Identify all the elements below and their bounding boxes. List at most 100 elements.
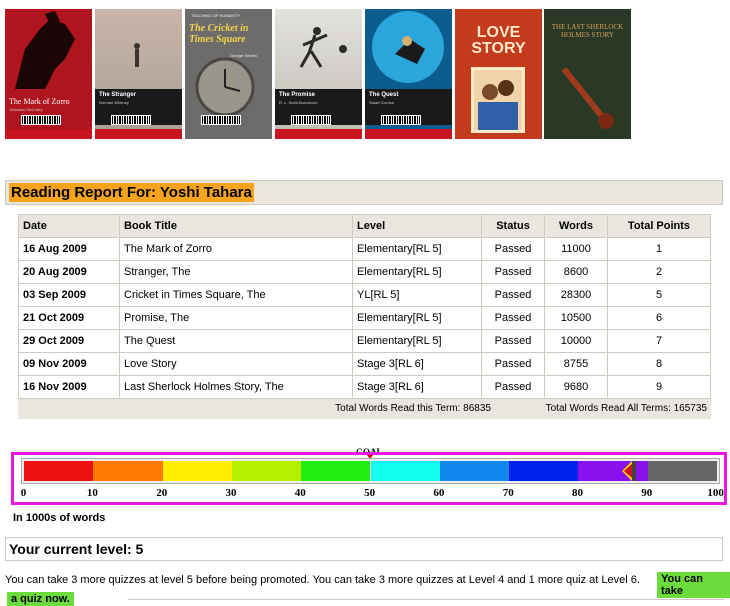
date-cell: 16 Nov 2009 bbox=[18, 375, 120, 399]
clock-icon bbox=[195, 57, 255, 117]
barcode bbox=[381, 115, 421, 125]
current-level: Your current level: 5 bbox=[5, 537, 723, 561]
book-cover-stranger[interactable]: The Stranger Norman Whitney bbox=[95, 9, 182, 139]
book-title-text: The Stranger bbox=[99, 92, 137, 98]
column-header: Date bbox=[18, 214, 120, 238]
book-cover-cricket[interactable]: TEACHING OF HUMANITY The Cricket in Time… bbox=[185, 9, 272, 139]
words-cell: 11000 bbox=[544, 237, 608, 261]
status-cell: Passed bbox=[481, 375, 545, 399]
book-cover-zorro[interactable]: The Mark of Zorro Johnston McCulley bbox=[5, 9, 92, 139]
column-header: Words bbox=[544, 214, 608, 238]
figure-icon bbox=[134, 43, 140, 67]
report-title: Reading Report For: Yoshi Tahara bbox=[9, 183, 254, 202]
book-title-text: The Mark of Zorro bbox=[9, 97, 70, 106]
book-title-cell: The Mark of Zorro bbox=[119, 237, 353, 261]
words-cell: 8755 bbox=[544, 352, 608, 376]
tick-label: 40 bbox=[294, 487, 306, 499]
progress-segment bbox=[93, 461, 163, 481]
report-table: Date Book Title Level Status Words Total… bbox=[18, 214, 711, 399]
words-cell: 10000 bbox=[544, 329, 608, 353]
level-cell: Stage 3[RL 6] bbox=[352, 352, 482, 376]
points-cell: 6 bbox=[607, 306, 711, 330]
take-quiz-link[interactable]: You can take bbox=[657, 572, 730, 598]
words-cell: 10500 bbox=[544, 306, 608, 330]
reading-report-table: Date Book Title Level Status Words Total… bbox=[18, 214, 711, 419]
tick-label: 10 bbox=[86, 487, 98, 499]
table-row: 20 Aug 2009 Stranger, The Elementary[RL 5]… bbox=[18, 260, 711, 284]
points-cell: 8 bbox=[607, 352, 711, 376]
date-cell: 21 Oct 2009 bbox=[18, 306, 120, 330]
date-cell: 16 Aug 2009 bbox=[18, 237, 120, 261]
publisher-strip bbox=[275, 129, 362, 139]
status-cell: Passed bbox=[481, 260, 545, 284]
book-title-text: LOVE STORY bbox=[471, 24, 526, 57]
table-row: 09 Nov 2009 Love Story Stage 3[RL 6] Passed… bbox=[18, 352, 711, 376]
table-row: 21 Oct 2009 Promise, The Elementary[RL 5] P… bbox=[18, 306, 711, 330]
table-header-row: Date Book Title Level Status Words Total… bbox=[18, 214, 711, 238]
running-boy-icon bbox=[299, 27, 347, 68]
book-author-text: Norman Whitney bbox=[99, 100, 129, 105]
take-quiz-link-continued[interactable]: a quiz now. bbox=[7, 592, 74, 606]
publisher-strip bbox=[5, 129, 92, 139]
tick-label: 100 bbox=[707, 487, 724, 499]
tick-label: 50 bbox=[364, 487, 376, 499]
date-cell: 29 Oct 2009 bbox=[18, 329, 120, 353]
series-text: TEACHING OF HUMANITY bbox=[191, 13, 241, 18]
column-header: Book Title bbox=[119, 214, 353, 238]
points-cell: 5 bbox=[607, 283, 711, 307]
status-cell: Passed bbox=[481, 237, 545, 261]
points-cell: 7 bbox=[607, 329, 711, 353]
date-cell: 09 Nov 2009 bbox=[18, 352, 120, 376]
tick-label: 30 bbox=[225, 487, 237, 499]
book-title-text: The Quest bbox=[369, 92, 399, 98]
level-cell: Stage 3[RL 6] bbox=[352, 375, 482, 399]
pipe-icon bbox=[561, 67, 614, 129]
date-cell: 20 Aug 2009 bbox=[18, 260, 120, 284]
words-cell: 9680 bbox=[544, 375, 608, 399]
publisher-strip bbox=[95, 129, 182, 139]
level-cell: Elementary[RL 5] bbox=[352, 237, 482, 261]
barcode bbox=[201, 115, 241, 125]
book-cover-promise[interactable]: The Promise R. L. Scott-Buccleuch bbox=[275, 9, 362, 139]
book-title-text: THE LAST SHERLOCK HOLMES STORY bbox=[551, 23, 624, 39]
progress-segment bbox=[370, 461, 440, 481]
level-cell: YL[RL 5] bbox=[352, 283, 482, 307]
horse-rider-icon bbox=[15, 11, 75, 89]
tick-label: 80 bbox=[572, 487, 583, 499]
tick-label: 70 bbox=[502, 487, 514, 499]
book-author-text: Johnston McCulley bbox=[9, 107, 43, 112]
column-header: Status bbox=[481, 214, 545, 238]
words-cell: 8600 bbox=[544, 260, 608, 284]
progress-segment bbox=[439, 461, 510, 481]
book-title-text: The Promise bbox=[279, 92, 316, 98]
level-cell: Elementary[RL 5] bbox=[352, 260, 482, 284]
table-row: 16 Aug 2009 The Mark of Zorro Elementary[R… bbox=[18, 237, 711, 261]
progress-pointer-icon bbox=[621, 461, 636, 481]
level-cell: Elementary[RL 5] bbox=[352, 329, 482, 353]
level-cell: Elementary[RL 5] bbox=[352, 306, 482, 330]
progress-segment bbox=[231, 461, 302, 481]
barcode bbox=[291, 115, 331, 125]
points-cell: 2 bbox=[607, 260, 711, 284]
book-cover-love-story[interactable]: LOVE STORY bbox=[455, 9, 542, 139]
tick-label: 60 bbox=[433, 487, 445, 499]
tick-label: 0 bbox=[20, 487, 27, 499]
book-title-cell: Promise, The bbox=[119, 306, 353, 330]
diver-icon bbox=[372, 11, 444, 83]
book-title-cell: The Quest bbox=[119, 329, 353, 353]
totals-row: Total Words Read this Term: 86835 Total … bbox=[18, 399, 711, 419]
total-words-all: Total Words Read All Terms: 165735 bbox=[545, 403, 707, 414]
words-cell: 28300 bbox=[544, 283, 608, 307]
barcode bbox=[111, 115, 151, 125]
points-cell: 1 bbox=[607, 237, 711, 261]
book-cover-sherlock[interactable]: THE LAST SHERLOCK HOLMES STORY bbox=[544, 9, 631, 139]
units-label: In 1000s of words bbox=[13, 512, 106, 524]
date-cell: 03 Sep 2009 bbox=[18, 283, 120, 307]
book-cover-quest[interactable]: The Quest Stuart Gordon bbox=[365, 9, 452, 139]
tick-label: 20 bbox=[156, 487, 168, 499]
progress-segment bbox=[647, 461, 717, 481]
book-title-cell: Love Story bbox=[119, 352, 353, 376]
progress-segment bbox=[301, 461, 371, 481]
column-header: Total Points bbox=[607, 214, 711, 238]
tick-label: 90 bbox=[641, 487, 653, 499]
